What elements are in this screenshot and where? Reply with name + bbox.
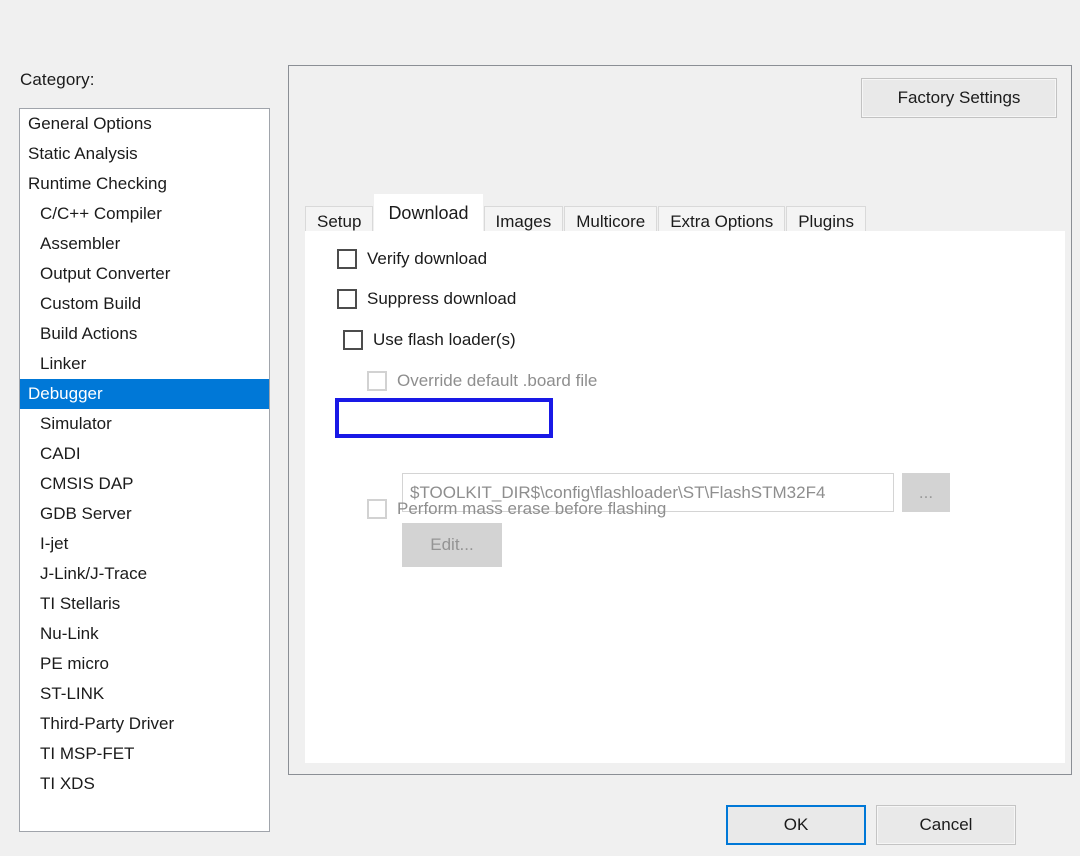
- perform-mass-erase-checkbox: Perform mass erase before flashing: [367, 499, 666, 519]
- checkbox-glyph: [367, 371, 387, 391]
- verify-download-checkbox[interactable]: Verify download: [337, 249, 487, 269]
- verify-download-label: Verify download: [367, 249, 488, 268]
- perform-mass-erase-label: Perform mass erase before flashing: [397, 499, 667, 518]
- category-item-st-link[interactable]: ST-LINK: [20, 679, 269, 709]
- use-flash-loader-checkbox[interactable]: Use flash loader(s): [343, 330, 516, 350]
- category-item-custom-build[interactable]: Custom Build: [20, 289, 269, 319]
- cancel-button[interactable]: Cancel: [876, 805, 1016, 845]
- category-item-gdb-server[interactable]: GDB Server: [20, 499, 269, 529]
- category-item-static-analysis[interactable]: Static Analysis: [20, 139, 269, 169]
- category-item-general-options[interactable]: General Options: [20, 109, 269, 139]
- edit-board-file-button: Edit...: [402, 523, 502, 567]
- override-board-file-checkbox: Override default .board file: [367, 371, 597, 391]
- tab-download[interactable]: Download: [374, 194, 483, 232]
- category-list[interactable]: General Options Static Analysis Runtime Ch…: [19, 108, 270, 832]
- category-item-runtime-checking[interactable]: Runtime Checking: [20, 169, 269, 199]
- checkbox-glyph: [337, 289, 357, 309]
- category-item-ti-stellaris[interactable]: TI Stellaris: [20, 589, 269, 619]
- use-flash-loader-label: Use flash loader(s): [373, 330, 516, 349]
- category-label: Category:: [20, 70, 95, 89]
- category-item-build-actions[interactable]: Build Actions: [20, 319, 269, 349]
- category-item-assembler[interactable]: Assembler: [20, 229, 269, 259]
- category-item-j-link-j-trace[interactable]: J-Link/J-Trace: [20, 559, 269, 589]
- category-item-debugger[interactable]: Debugger: [20, 379, 269, 409]
- checkbox-glyph: [367, 499, 387, 519]
- checkbox-glyph: [343, 330, 363, 350]
- category-item-cadi[interactable]: CADI: [20, 439, 269, 469]
- category-item-linker[interactable]: Linker: [20, 349, 269, 379]
- tab-strip: Setup Download Images Multicore Extra Option…: [305, 194, 867, 236]
- factory-settings-button[interactable]: Factory Settings: [861, 78, 1057, 118]
- suppress-download-checkbox[interactable]: Suppress download: [337, 289, 516, 309]
- category-item-output-converter[interactable]: Output Converter: [20, 259, 269, 289]
- use-flash-loader-highlight-annotation: [335, 398, 553, 438]
- category-item-pe-micro[interactable]: PE micro: [20, 649, 269, 679]
- category-item-ti-xds[interactable]: TI XDS: [20, 769, 269, 799]
- ok-button[interactable]: OK: [726, 805, 866, 845]
- suppress-download-label: Suppress download: [367, 289, 517, 308]
- download-tab-panel: Verify download Suppress download Use fl…: [305, 231, 1065, 763]
- category-item-ti-msp-fet[interactable]: TI MSP-FET: [20, 739, 269, 769]
- browse-board-file-button: ...: [902, 473, 950, 512]
- category-item-i-jet[interactable]: I-jet: [20, 529, 269, 559]
- category-item-nu-link[interactable]: Nu-Link: [20, 619, 269, 649]
- checkbox-glyph: [337, 249, 357, 269]
- category-item-c-c-compiler[interactable]: C/C++ Compiler: [20, 199, 269, 229]
- category-item-third-party-driver[interactable]: Third-Party Driver: [20, 709, 269, 739]
- options-panel-frame: Factory Settings Setup Download Images Mult…: [288, 65, 1072, 775]
- category-item-simulator[interactable]: Simulator: [20, 409, 269, 439]
- override-board-file-label: Override default .board file: [397, 371, 598, 390]
- category-item-cmsis-dap[interactable]: CMSIS DAP: [20, 469, 269, 499]
